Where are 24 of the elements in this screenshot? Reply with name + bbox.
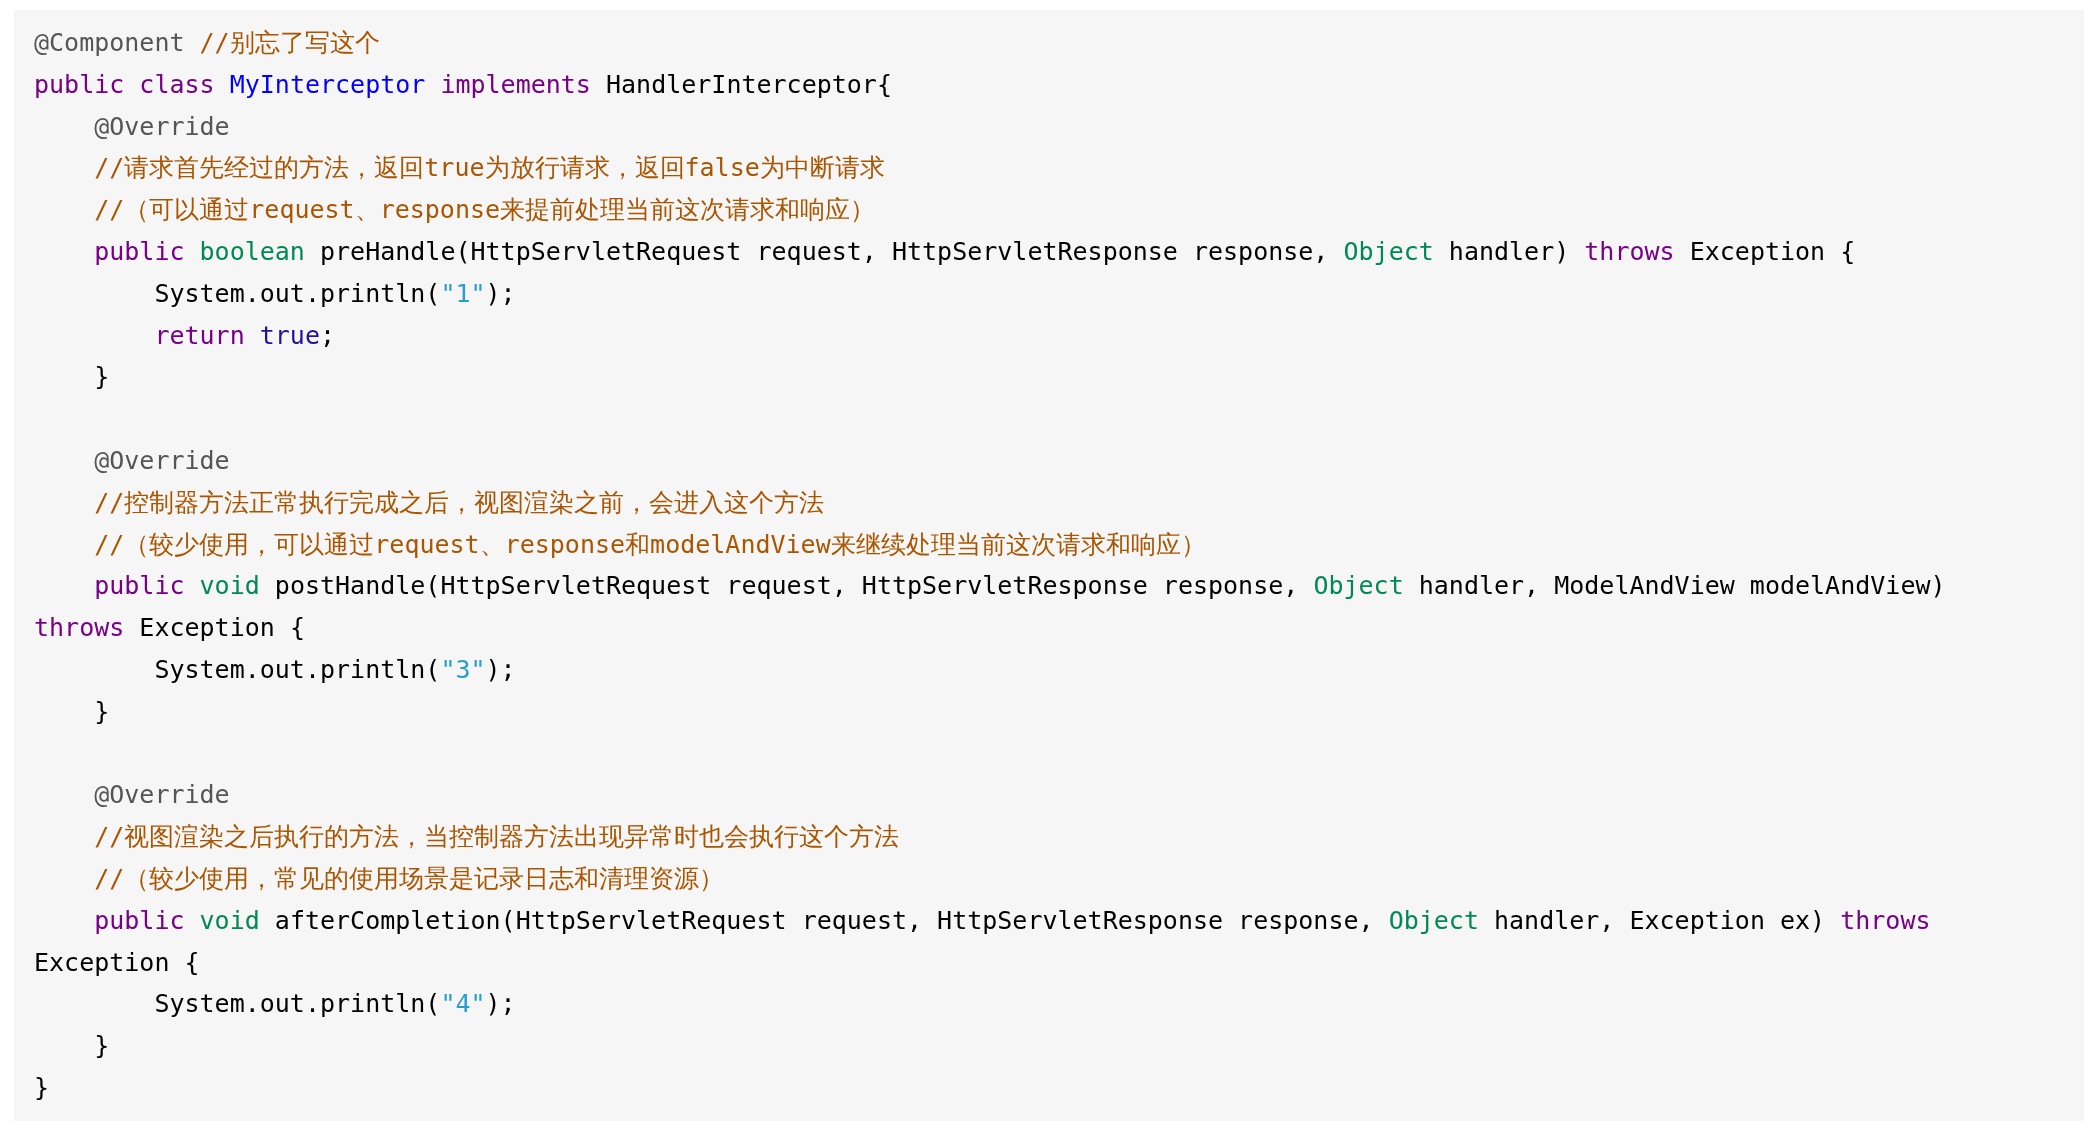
code-line: //（较少使用，常见的使用场景是记录日志和清理资源） — [93, 862, 725, 895]
code-line: public void postHandle(HttpServletRequest request, HttpServletResponse response, Object handler, ModelAndView modelAndView) — [93, 570, 1946, 603]
code-line: public boolean preHandle(HttpServletRequest request, HttpServletResponse response, Object handler) throws Exception { — [93, 236, 1856, 268]
code-line: System.out.println("3"); — [153, 653, 516, 686]
code-line: System.out.println("1"); — [153, 277, 516, 310]
code-line: @Override — [93, 110, 230, 143]
code-line: } — [34, 1071, 50, 1104]
code-line: @Override — [93, 444, 230, 477]
code-line: //（可以通过request、response来提前处理当前这次请求和响应） — [93, 194, 876, 227]
code-line: @Override — [93, 779, 230, 812]
code-line: System.out.println("4"); — [153, 988, 516, 1021]
code-line: Exception { — [34, 946, 200, 979]
code-line: @Component //别忘了写这个 — [34, 27, 380, 59]
code-line: } — [93, 695, 110, 728]
code-line: return true; — [153, 319, 336, 352]
code-line: throws Exception { — [34, 612, 305, 645]
code-line: //（较少使用，可以通过request、response和modelAndView来继续处理当前这次请求和响应） — [93, 528, 1206, 561]
code-line: //请求首先经过的方法，返回true为放行请求，返回false为中断请求 — [93, 152, 885, 185]
code-line: } — [93, 1030, 110, 1063]
code-line: //视图渲染之后执行的方法，当控制器方法出现异常时也会执行这个方法 — [93, 821, 900, 854]
code-line: public void afterCompletion(HttpServletRequest request, HttpServletResponse response, Object handler, Exception ex) throws — [93, 904, 1931, 937]
code-line: } — [93, 361, 110, 394]
code-line: public class MyInterceptor implements HandlerInterceptor{ — [34, 68, 892, 101]
code-line: //控制器方法正常执行完成之后，视图渲染之前，会进入这个方法 — [93, 486, 825, 519]
